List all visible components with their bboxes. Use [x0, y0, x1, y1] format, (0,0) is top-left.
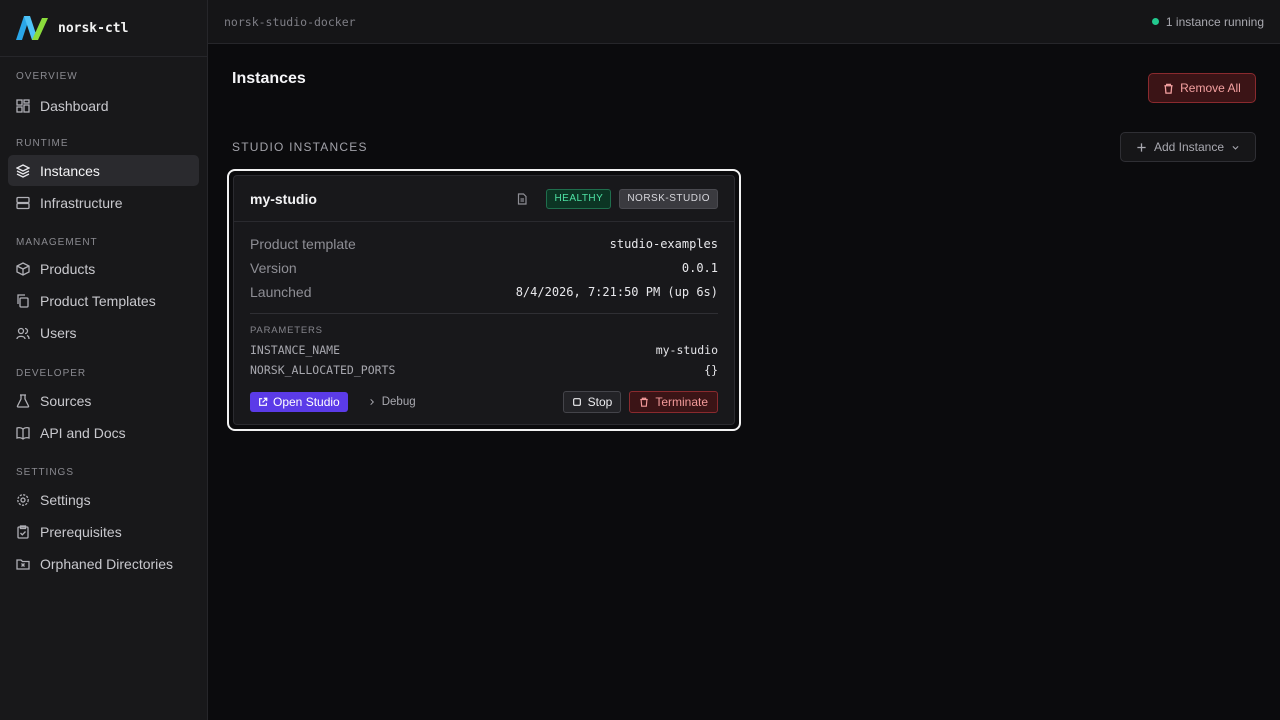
sidebar-item-label: Orphaned Directories	[40, 555, 174, 572]
sidebar-item-products[interactable]: Products	[8, 253, 199, 284]
open-studio-label: Open Studio	[273, 395, 340, 409]
sidebar-item-label: Product Templates	[40, 292, 156, 309]
chevron-right-icon	[370, 399, 374, 405]
section-label-settings: SETTINGS	[16, 467, 75, 478]
detail-value: 0.0.1	[681, 261, 718, 275]
page-title: Instances	[232, 70, 306, 87]
section-label-developer: DEVELOPER	[16, 368, 87, 379]
detail-row: Launched 8/4/2026, 7:21:50 PM (up 6s)	[250, 280, 718, 304]
sidebar-item-users[interactable]: Users	[8, 317, 199, 348]
section-label-overview: OVERVIEW	[16, 71, 78, 82]
sidebar: norsk-ctl OVERVIEW Dashboard RUNTIME Ins…	[0, 0, 208, 720]
stop-icon	[572, 398, 581, 406]
server-icon	[16, 196, 30, 210]
parameter-key: NORSK_ALLOCATED_PORTS	[250, 363, 396, 377]
clipboard-check-icon	[16, 524, 30, 539]
dashboard-icon	[16, 98, 30, 113]
book-icon	[16, 426, 30, 440]
instance-card[interactable]: my-studio HEALTHY NORSK-STUDIO Product t…	[233, 175, 735, 425]
stop-label: Stop	[587, 395, 613, 409]
instance-name: my-studio	[250, 190, 317, 207]
add-instance-label: Add Instance	[1153, 140, 1225, 154]
detail-value: studio-examples	[609, 237, 718, 251]
instance-status: 1 instance running	[1151, 14, 1264, 29]
package-icon	[16, 261, 30, 276]
terminate-label: Terminate	[655, 395, 708, 409]
sidebar-item-label: API and Docs	[40, 424, 126, 441]
detail-key: Launched	[250, 284, 312, 300]
parameter-value: my-studio	[655, 343, 718, 357]
section-label-runtime: RUNTIME	[16, 138, 69, 149]
trash-icon	[640, 397, 649, 407]
sidebar-item-dashboard[interactable]: Dashboard	[8, 90, 199, 121]
copy-icon	[16, 293, 30, 308]
sidebar-item-instances[interactable]: Instances	[8, 155, 199, 186]
detail-row: Product template studio-examples	[250, 232, 718, 256]
external-link-icon	[259, 397, 268, 406]
topbar: norsk-studio-docker 1 instance running	[208, 0, 1280, 44]
parameter-row: NORSK_ALLOCATED_PORTS {}	[250, 361, 718, 379]
sidebar-item-label: Settings	[40, 491, 91, 508]
document-icon[interactable]	[516, 192, 528, 205]
gear-icon	[16, 493, 30, 507]
sidebar-item-product-templates[interactable]: Product Templates	[8, 285, 199, 316]
sidebar-item-label: Products	[40, 260, 96, 277]
add-instance-button[interactable]: Add Instance	[1120, 132, 1256, 162]
plus-icon	[1137, 142, 1146, 152]
status-text: 1 instance running	[1165, 14, 1264, 29]
sidebar-item-settings[interactable]: Settings	[8, 484, 199, 515]
parameter-key: INSTANCE_NAME	[250, 343, 341, 357]
layers-icon	[16, 163, 30, 178]
environment-name: norsk-studio-docker	[224, 14, 356, 29]
sidebar-item-label: Instances	[40, 162, 100, 179]
instance-actions: Open Studio Debug Stop Terminate	[250, 391, 718, 413]
sidebar-item-label: Sources	[40, 392, 92, 409]
app-name: norsk-ctl	[58, 20, 129, 36]
parameter-row: INSTANCE_NAME my-studio	[250, 341, 718, 359]
open-studio-button[interactable]: Open Studio	[250, 392, 348, 412]
divider	[250, 313, 718, 314]
sidebar-item-label: Infrastructure	[40, 194, 123, 211]
detail-key: Product template	[250, 236, 356, 252]
norsk-logo-icon	[16, 16, 48, 40]
users-icon	[16, 326, 30, 340]
debug-label: Debug	[381, 396, 416, 408]
remove-all-button[interactable]: Remove All	[1148, 73, 1256, 103]
trash-icon	[1164, 83, 1173, 94]
status-dot-icon	[1151, 18, 1159, 25]
sidebar-item-prerequisites[interactable]: Prerequisites	[8, 516, 199, 547]
sidebar-item-sources[interactable]: Sources	[8, 385, 199, 416]
flask-icon	[16, 393, 30, 408]
terminate-button[interactable]: Terminate	[629, 391, 718, 413]
section-title: STUDIO INSTANCES	[232, 140, 368, 154]
parameters-label: PARAMETERS	[250, 325, 323, 336]
section-label-management: MANAGEMENT	[16, 237, 98, 248]
sidebar-item-infrastructure[interactable]: Infrastructure	[8, 187, 199, 218]
chevron-down-icon	[1232, 145, 1239, 150]
type-badge: NORSK-STUDIO	[619, 188, 718, 209]
remove-all-label: Remove All	[1180, 81, 1241, 95]
folder-x-icon	[16, 557, 30, 571]
instance-card-header: my-studio HEALTHY NORSK-STUDIO	[234, 176, 734, 222]
parameter-value: {}	[704, 363, 718, 377]
detail-value: 8/4/2026, 7:21:50 PM (up 6s)	[515, 285, 718, 299]
detail-key: Version	[250, 260, 297, 276]
sidebar-item-label: Users	[40, 324, 77, 341]
sidebar-item-api-and-docs[interactable]: API and Docs	[8, 417, 199, 448]
debug-toggle[interactable]: Debug	[360, 392, 424, 412]
brand[interactable]: norsk-ctl	[0, 0, 207, 57]
stop-button[interactable]: Stop	[562, 391, 622, 413]
detail-row: Version 0.0.1	[250, 256, 718, 280]
sidebar-item-orphaned-directories[interactable]: Orphaned Directories	[8, 548, 199, 579]
sidebar-item-label: Prerequisites	[40, 523, 122, 540]
health-badge: HEALTHY	[546, 188, 612, 209]
sidebar-item-label: Dashboard	[40, 97, 109, 114]
